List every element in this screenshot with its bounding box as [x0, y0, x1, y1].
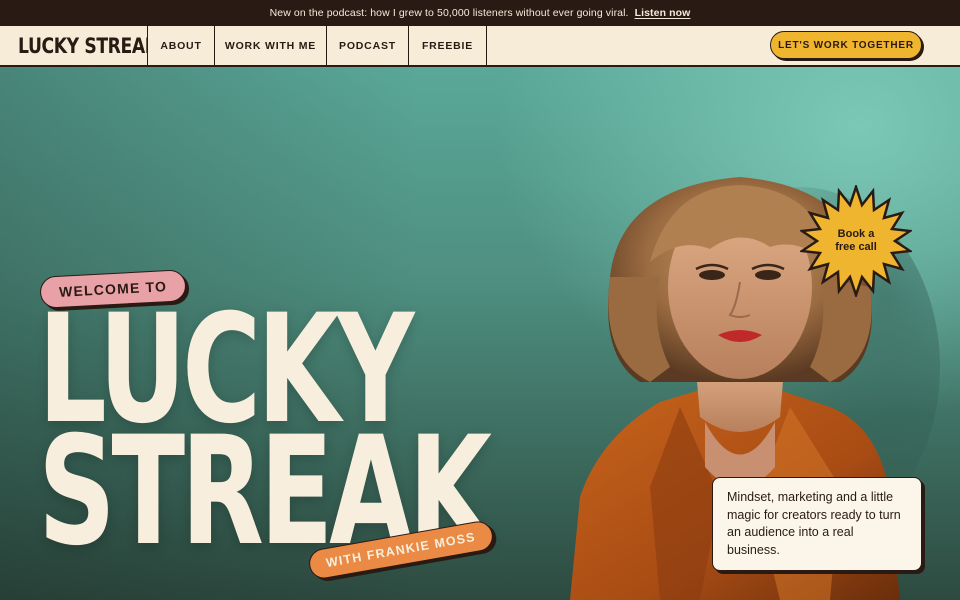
announcement-bar: New on the podcast: how I grew to 50,000… [0, 0, 960, 26]
lets-work-together-button[interactable]: LET'S WORK TOGETHER [770, 31, 922, 59]
logo-container[interactable]: LUCKY STREAK [0, 26, 148, 65]
site-logo[interactable]: LUCKY STREAK [18, 34, 147, 58]
nav-item-about[interactable]: ABOUT [148, 26, 215, 65]
badge-line-1: Book a [837, 228, 875, 241]
announcement-text: New on the podcast: how I grew to 50,000… [269, 7, 629, 19]
listen-now-link[interactable]: Listen now [635, 7, 691, 19]
badge-line-2: free call [835, 241, 877, 253]
nav-item-work-with-me[interactable]: WORK WITH ME [215, 26, 327, 65]
nav-item-podcast[interactable]: PODCAST [327, 26, 409, 65]
book-free-call-badge[interactable]: Book a free call [798, 183, 914, 299]
nav-item-freebie[interactable]: FREEBIE [409, 26, 487, 65]
hero-section: WELCOME TO LUCKY STREAK WITH FRANKIE MOS… [0, 67, 960, 600]
top-nav: LUCKY STREAK ABOUT WORK WITH ME PODCAST … [0, 26, 960, 66]
badge-label[interactable]: Book a free call [800, 185, 912, 297]
tagline-card: Mindset, marketing and a little magic fo… [712, 477, 922, 571]
